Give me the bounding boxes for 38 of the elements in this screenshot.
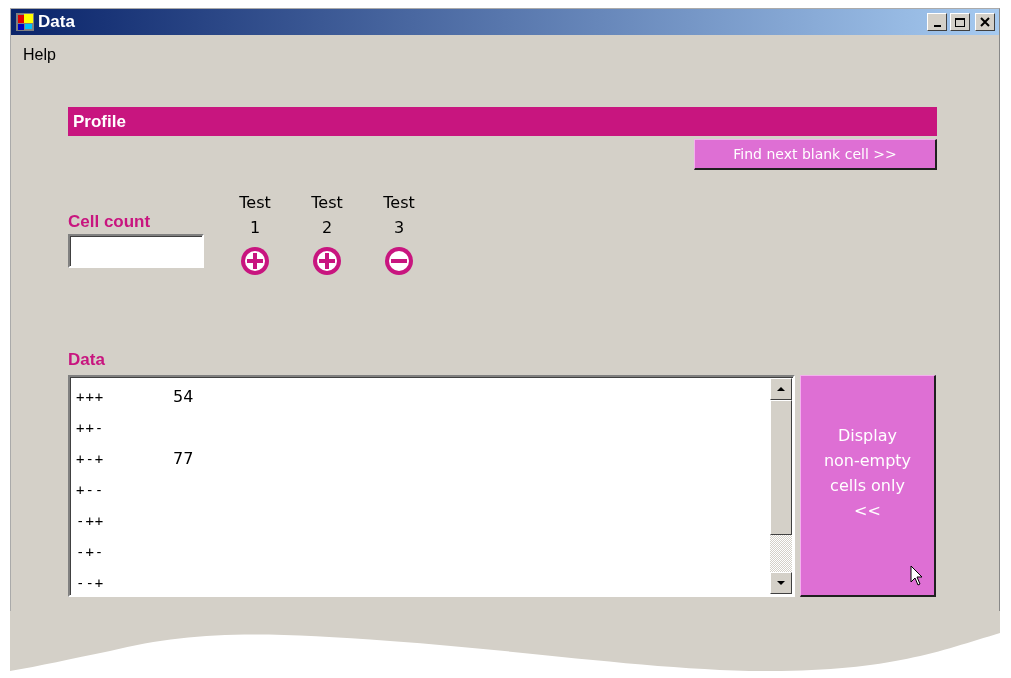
test-number: 3 (393, 217, 405, 239)
minimize-button[interactable] (927, 13, 947, 31)
value-text: 77 (173, 449, 194, 468)
pattern-text: --+ (76, 574, 106, 591)
scroll-down-button[interactable] (770, 572, 792, 594)
minimize-icon (933, 24, 941, 27)
pattern-text: +-- (76, 481, 106, 498)
minus-icon[interactable] (383, 245, 415, 277)
close-icon (980, 17, 990, 27)
test-number: 2 (321, 217, 333, 239)
pattern-text: +-+ (76, 450, 106, 467)
pattern-text: -++ (76, 512, 106, 529)
scroll-thumb[interactable] (770, 400, 792, 535)
value-text: 54 (173, 387, 194, 406)
down-arrow-icon (776, 580, 786, 586)
test-label: Test (239, 192, 271, 214)
test-label: Test (311, 192, 343, 214)
maximize-icon (954, 16, 966, 28)
maximize-button[interactable] (950, 13, 970, 31)
plus-icon[interactable] (239, 245, 271, 277)
pattern-text: ++- (76, 419, 106, 436)
scroll-up-button[interactable] (770, 378, 792, 400)
window-title: Data (38, 12, 76, 32)
up-arrow-icon (776, 386, 786, 392)
input-field[interactable] (68, 234, 204, 268)
menu-item[interactable]: Help (23, 46, 56, 64)
pattern-text: +++ (76, 388, 106, 405)
close-button[interactable] (975, 13, 995, 31)
cursor-icon (910, 565, 924, 587)
pattern-text: -+- (76, 543, 106, 560)
test-number: 1 (249, 217, 261, 239)
app-icon (15, 12, 35, 32)
field-label: Cell count (68, 212, 152, 232)
list-label: Data (68, 350, 106, 370)
section-header: Profile (68, 107, 937, 136)
list-box[interactable]: +++ 54 ++- +-+ 77 +-- -++ -+- --+ (68, 375, 795, 597)
test-label: Test (383, 192, 415, 214)
plus-icon[interactable] (311, 245, 343, 277)
